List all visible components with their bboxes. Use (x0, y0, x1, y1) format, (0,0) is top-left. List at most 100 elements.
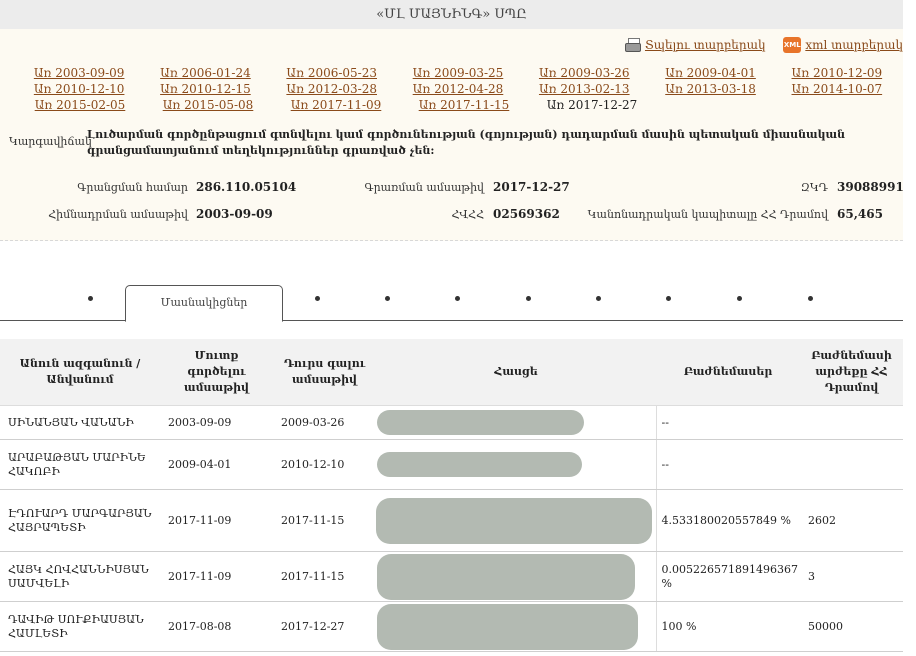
date-link[interactable]: Առ 2014-10-07 (792, 82, 883, 96)
cell-name: ԷԴՈՒԱՐԴ ՄԱՐԳԱՐՅԱՆ ՀԱՅՐԱՊԵՏԻ (0, 489, 160, 552)
table-row: ՀԱՅԿ ՀՈՎՀԱՆՆԻՍՅԱՆ ՍԱՄՎԵԼԻ 2017-11-09 201… (0, 551, 903, 602)
date-link[interactable]: Առ 2010-12-10 (34, 82, 125, 96)
company-summary-panel: Տպելու տարբերակ XML xml տարբերակ Առ 2003-… (0, 29, 904, 241)
cell-entry-date: 2003-09-09 (160, 405, 273, 440)
cell-shares: 100 % (655, 601, 800, 652)
col-header-address: Հասցե (376, 339, 656, 406)
tin-label: ՀՎՀՀ (451, 208, 484, 221)
col-header-name: Անուն ազգանուն / Անվանում (0, 339, 160, 406)
date-link[interactable]: Առ 2009-03-26 (539, 66, 630, 80)
participants-table: Անուն ազգանուն / Անվանում Մուտք գործելու… (0, 339, 903, 652)
date-link[interactable]: Առ 2010-12-09 (792, 66, 883, 80)
printer-icon (624, 38, 641, 52)
tab-dot[interactable] (526, 296, 531, 301)
reg-number-label: Գրանցման համար (77, 181, 188, 194)
cell-share-value: 50000 (800, 601, 903, 652)
table-row: ԱՐԱԲԱԹՅԱՆ ՄԱՐԻՆԵ ՀԱԿՈԲԻ 2009-04-01 2010-… (0, 439, 903, 490)
redacted-address (377, 452, 582, 477)
cell-shares: 4.533180020557849 % (655, 489, 800, 552)
date-link[interactable]: Առ 2012-03-28 (286, 82, 377, 96)
redacted-address (377, 410, 584, 435)
tab-dot[interactable] (666, 296, 671, 301)
cell-shares: -- (655, 439, 800, 490)
date-link[interactable]: Առ 2013-02-13 (539, 82, 630, 96)
date-link[interactable]: Առ 2017-11-15 (419, 98, 510, 112)
tab-dot[interactable] (808, 296, 813, 301)
zkd-value: 39088991 (837, 180, 904, 194)
tab-dot[interactable] (385, 296, 390, 301)
cell-shares: 0.005226571891496367 % (655, 551, 800, 602)
cell-entry-date: 2017-11-09 (160, 489, 273, 552)
date-link[interactable]: Առ 2003-09-09 (34, 66, 125, 80)
cell-name: ԱՐԱԲԱԹՅԱՆ ՄԱՐԻՆԵ ՀԱԿՈԲԻ (0, 439, 160, 490)
date-link[interactable]: Առ 2006-05-23 (286, 66, 377, 80)
date-link[interactable]: Առ 2015-05-08 (163, 98, 254, 112)
reg-number-value: 286.110.05104 (196, 180, 297, 194)
date-link[interactable]: Առ 2017-11-09 (291, 98, 382, 112)
history-date-links: Առ 2003-09-09 Առ 2006-01-24 Առ 2006-05-2… (16, 65, 900, 113)
date-link[interactable]: Առ 2009-04-01 (665, 66, 756, 80)
redacted-address (377, 553, 635, 600)
cell-exit-date: 2017-12-27 (273, 601, 376, 652)
capital-value: 65,465 (837, 207, 883, 221)
tab-dot[interactable] (88, 296, 93, 301)
date-row: Առ 2010-12-10 Առ 2010-12-15 Առ 2012-03-2… (16, 81, 900, 97)
date-link[interactable]: Առ 2009-03-25 (413, 66, 504, 80)
date-link[interactable]: Առ 2010-12-15 (160, 82, 251, 96)
redacted-address (377, 603, 638, 650)
tab-dot[interactable] (455, 296, 460, 301)
date-link[interactable]: Առ 2015-02-05 (35, 98, 126, 112)
redacted-address (376, 497, 652, 544)
cell-share-value (800, 439, 903, 490)
tab-participants[interactable]: Մասնակիցներ (125, 285, 283, 322)
cell-entry-date: 2009-04-01 (160, 439, 273, 490)
tin-value: 02569362 (493, 207, 560, 221)
col-header-exit-date: Դուրս գալու ամսաթիվ (273, 339, 376, 406)
cell-address (376, 489, 656, 552)
col-header-shares: Բաժնեմասեր (656, 339, 800, 406)
xml-icon: XML (783, 37, 802, 53)
page-title: «ՄԼ ՄԱՅՆԻՆԳ» ՍՊԸ (0, 0, 903, 29)
cell-exit-date: 2017-11-15 (273, 489, 376, 552)
cell-address (376, 601, 656, 652)
status-label: Կարգավիճակ (9, 135, 92, 148)
participants-table-wrap: Անուն ազգանուն / Անվանում Մուտք գործելու… (0, 339, 903, 652)
table-header-row: Անուն ազգանուն / Անվանում Մուտք գործելու… (0, 339, 903, 406)
foundation-date-value: 2003-09-09 (196, 207, 273, 221)
cell-address (376, 405, 656, 440)
date-link[interactable]: Առ 2006-01-24 (160, 66, 251, 80)
table-row: ՍԻՆԱՆՅԱՆ ՎԱՆԱՆԻ 2003-09-09 2009-03-26 -- (0, 405, 903, 440)
export-links: Տպելու տարբերակ XML xml տարբերակ (611, 37, 903, 53)
date-link[interactable]: Առ 2013-03-18 (665, 82, 756, 96)
date-link[interactable]: Առ 2012-04-28 (413, 82, 504, 96)
tab-dot[interactable] (315, 296, 320, 301)
cell-address (376, 439, 656, 490)
col-header-share-value: Բաժնեմասի արժեքը ՀՀ Դրամով (800, 339, 903, 406)
zkd-label: ԶԿԴ (800, 181, 828, 194)
cell-exit-date: 2010-12-10 (273, 439, 376, 490)
print-version-link[interactable]: Տպելու տարբերակ (624, 37, 766, 52)
tab-bar: Մասնակիցներ (0, 284, 903, 322)
print-version-label: Տպելու տարբերակ (644, 37, 766, 52)
xml-version-label: xml տարբերակ (805, 37, 903, 52)
cell-name: ԴԱՎԻԹ ՍՈՒՔԻԱՍՅԱՆ ՀԱՄԼԵՏԻ (0, 601, 160, 652)
status-text: Լուծարման գործընթացում գտնվելու կամ գործ… (87, 128, 846, 157)
cell-entry-date: 2017-08-08 (160, 601, 273, 652)
col-header-entry-date: Մուտք գործելու ամսաթիվ (160, 339, 273, 406)
record-date-label: Գրառման ամսաթիվ (364, 181, 485, 194)
cell-share-value: 3 (800, 551, 903, 602)
cell-address (376, 551, 656, 602)
xml-version-link[interactable]: XML xml տարբերակ (783, 37, 903, 53)
foundation-date-label: Հիմնադրման ամսաթիվ (48, 208, 188, 221)
cell-shares: -- (655, 405, 800, 440)
date-row: Առ 2015-02-05 Առ 2015-05-08 Առ 2017-11-0… (16, 97, 900, 113)
table-row: ԴԱՎԻԹ ՍՈՒՔԻԱՍՅԱՆ ՀԱՄԼԵՏԻ 2017-08-08 2017… (0, 601, 903, 652)
cell-name: ՍԻՆԱՆՅԱՆ ՎԱՆԱՆԻ (0, 405, 160, 440)
tab-dot[interactable] (737, 296, 742, 301)
table-row: ԷԴՈՒԱՐԴ ՄԱՐԳԱՐՅԱՆ ՀԱՅՐԱՊԵՏԻ 2017-11-09 2… (0, 489, 903, 552)
selected-date: Առ 2017-12-27 (546, 98, 638, 112)
cell-name: ՀԱՅԿ ՀՈՎՀԱՆՆԻՍՅԱՆ ՍԱՄՎԵԼԻ (0, 551, 160, 602)
tab-dot[interactable] (596, 296, 601, 301)
capital-label: Կանոնադրական կապիտալը ՀՀ Դրամով (587, 208, 828, 221)
date-row: Առ 2003-09-09 Առ 2006-01-24 Առ 2006-05-2… (16, 65, 900, 81)
